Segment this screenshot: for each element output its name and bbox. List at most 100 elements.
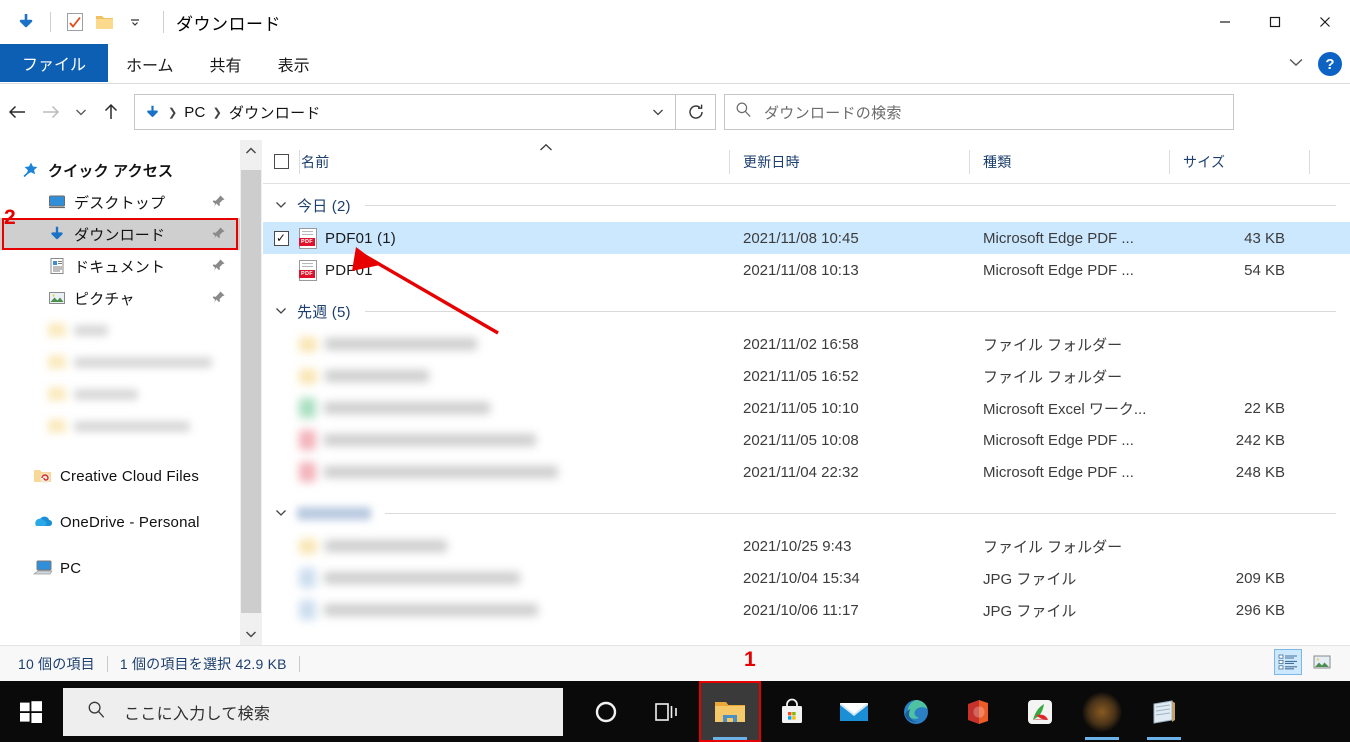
row-checkbox[interactable] <box>263 594 299 626</box>
group-header-last-week[interactable]: 先週 (5) <box>263 294 1350 328</box>
chevron-down-icon[interactable] <box>275 304 289 318</box>
file-name-cell[interactable] <box>299 328 729 360</box>
sidebar-item-redacted[interactable] <box>0 346 240 378</box>
column-header-size[interactable]: サイズ <box>1169 140 1309 184</box>
column-header-name[interactable]: 名前 <box>299 140 729 184</box>
chevron-down-icon[interactable] <box>275 506 289 520</box>
maximize-button[interactable] <box>1250 0 1300 44</box>
search-input[interactable]: ダウンロードの検索 <box>764 102 902 123</box>
back-arrow-icon[interactable] <box>0 95 34 129</box>
taskbar-mail-button[interactable] <box>823 681 885 742</box>
table-row[interactable]: 2021/11/04 22:32 Microsoft Edge PDF ... … <box>263 456 1350 488</box>
table-row[interactable]: 2021/11/02 16:58 ファイル フォルダー <box>263 328 1350 360</box>
scroll-up-button[interactable] <box>240 140 262 162</box>
row-checkbox[interactable] <box>263 562 299 594</box>
sidebar-item-pictures[interactable]: ピクチャ <box>0 282 240 314</box>
column-header-type[interactable]: 種類 <box>969 140 1169 184</box>
file-name-cell[interactable] <box>299 424 729 456</box>
row-checkbox[interactable] <box>263 254 299 286</box>
table-row[interactable]: 2021/10/04 15:34 JPG ファイル 209 KB <box>263 562 1350 594</box>
table-row[interactable]: 2021/11/05 10:08 Microsoft Edge PDF ... … <box>263 424 1350 456</box>
table-row[interactable]: 2021/10/06 11:17 JPG ファイル 296 KB <box>263 594 1350 626</box>
sidebar-item-onedrive-personal[interactable]: OneDrive - Personal <box>0 506 240 538</box>
minimize-button[interactable] <box>1200 0 1250 44</box>
details-view-button[interactable] <box>1274 649 1302 675</box>
taskbar-search-input[interactable]: ここに入力して検索 <box>124 700 270 724</box>
sidebar-item-desktop[interactable]: デスクトップ <box>0 186 240 218</box>
download-arrow-icon[interactable] <box>12 8 40 36</box>
table-row[interactable]: ✓ PDF PDF01 (1) 2021/11/08 10:45 Microso… <box>263 222 1350 254</box>
navigation-pane-scrollbar[interactable] <box>240 140 262 645</box>
tab-file[interactable]: ファイル <box>0 44 109 82</box>
recent-locations-icon[interactable] <box>68 95 94 129</box>
pin-icon[interactable] <box>212 226 226 244</box>
taskbar-microsoft-store-button[interactable] <box>761 681 823 742</box>
chevron-down-icon[interactable] <box>275 198 289 212</box>
row-checkbox[interactable] <box>263 328 299 360</box>
tab-home[interactable]: ホーム <box>108 46 192 82</box>
pin-icon[interactable] <box>212 258 226 276</box>
taskbar-file-explorer-button[interactable] <box>699 681 761 742</box>
sidebar-item-redacted[interactable] <box>0 378 240 410</box>
file-name-cell[interactable] <box>299 360 729 392</box>
file-name-cell[interactable] <box>299 392 729 424</box>
address-bar[interactable]: ❯ PC ❯ ダウンロード <box>134 94 676 130</box>
tab-share[interactable]: 共有 <box>192 46 260 82</box>
start-button[interactable] <box>0 681 62 742</box>
scrollbar-thumb[interactable] <box>241 170 261 613</box>
taskbar-glow-app-button[interactable] <box>1071 681 1133 742</box>
taskbar-search-box[interactable]: ここに入力して検索 <box>63 687 563 736</box>
sidebar-group-quick-access[interactable]: クイック アクセス <box>0 154 240 186</box>
search-box[interactable]: ダウンロードの検索 <box>724 94 1234 130</box>
sidebar-item-creative-cloud-files[interactable]: Creative Cloud Files <box>0 460 240 492</box>
group-header-today[interactable]: 今日 (2) <box>263 188 1350 222</box>
file-name-cell[interactable] <box>299 456 729 488</box>
table-row[interactable]: 2021/11/05 16:52 ファイル フォルダー <box>263 360 1350 392</box>
row-checkbox[interactable] <box>263 456 299 488</box>
row-checkbox[interactable]: ✓ <box>263 222 299 254</box>
taskbar-task-view-button[interactable] <box>637 681 699 742</box>
sidebar-item-pc[interactable]: PC <box>0 552 240 584</box>
sidebar-item-redacted[interactable] <box>0 410 240 442</box>
tab-view[interactable]: 表示 <box>260 46 328 82</box>
folder-icon[interactable] <box>91 8 119 36</box>
table-row[interactable]: 2021/10/25 9:43 ファイル フォルダー <box>263 530 1350 562</box>
sidebar-item-documents[interactable]: ドキュメント <box>0 250 240 282</box>
taskbar-cortana-button[interactable] <box>575 681 637 742</box>
row-checkbox[interactable] <box>263 530 299 562</box>
pin-icon[interactable] <box>212 290 226 308</box>
chevron-down-icon[interactable] <box>645 106 671 118</box>
file-name-cell[interactable]: PDF PDF01 <box>299 254 729 286</box>
breadcrumb-downloads[interactable]: ダウンロード <box>225 102 325 123</box>
group-header-redacted[interactable] <box>263 496 1350 530</box>
chevron-down-icon[interactable] <box>1286 55 1306 74</box>
taskbar-notepad-app-button[interactable] <box>1133 681 1195 742</box>
large-icons-view-button[interactable] <box>1308 649 1336 675</box>
table-row[interactable]: 2021/11/05 10:10 Microsoft Excel ワーク... … <box>263 392 1350 424</box>
file-name-cell[interactable] <box>299 530 729 562</box>
refresh-button[interactable] <box>676 94 716 130</box>
file-name-cell[interactable] <box>299 562 729 594</box>
row-checkbox[interactable] <box>263 424 299 456</box>
taskbar-microsoft-edge-button[interactable] <box>885 681 947 742</box>
table-row[interactable]: PDF PDF01 2021/11/08 10:13 Microsoft Edg… <box>263 254 1350 286</box>
row-checkbox[interactable] <box>263 360 299 392</box>
file-name-cell[interactable]: PDF PDF01 (1) <box>299 222 729 254</box>
pin-icon[interactable] <box>212 194 226 212</box>
checkmark-document-icon[interactable] <box>61 8 89 36</box>
up-arrow-icon[interactable] <box>94 95 128 129</box>
scroll-down-button[interactable] <box>240 623 262 645</box>
help-button[interactable]: ? <box>1318 52 1342 76</box>
file-name-cell[interactable] <box>299 594 729 626</box>
sidebar-item-redacted[interactable] <box>0 314 240 346</box>
sidebar-item-downloads[interactable]: ダウンロード <box>0 218 240 250</box>
close-button[interactable] <box>1300 0 1350 44</box>
select-all-checkbox[interactable] <box>263 140 299 184</box>
taskbar-microsoft-office-button[interactable] <box>947 681 1009 742</box>
row-checkbox[interactable] <box>263 392 299 424</box>
column-header-date[interactable]: 更新日時 <box>729 140 969 184</box>
customize-dropdown-icon[interactable] <box>121 8 149 36</box>
file-size-cell <box>1169 328 1309 360</box>
taskbar-acrobat-like-app-button[interactable] <box>1009 681 1071 742</box>
breadcrumb-pc[interactable]: PC <box>180 104 209 121</box>
